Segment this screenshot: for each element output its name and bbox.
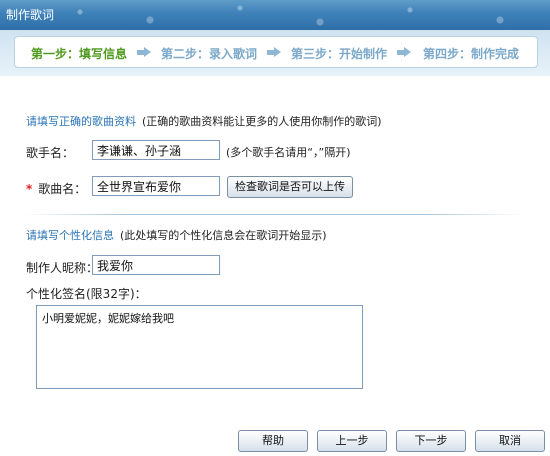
- step-1-label: 第一步：填写信息: [31, 47, 128, 61]
- next-step-button[interactable]: 下一步: [396, 430, 466, 452]
- arrow-right-icon: [137, 47, 151, 58]
- signature-textarea[interactable]: 小明爱妮妮，妮妮嫁给我吧: [36, 305, 363, 389]
- personal-info-heading: 请填写个性化信息 (此处填写的个性化信息会在歌词开始显示): [26, 227, 327, 243]
- personal-info-hint: (此处填写的个性化信息会在歌词开始显示): [120, 229, 327, 242]
- song-info-hint: (正确的歌曲资料能让更多的人使用你制作的歌词): [142, 115, 382, 128]
- signature-label: 个性化签名(限32字)：: [26, 287, 147, 301]
- singer-input[interactable]: [92, 140, 220, 160]
- song-name-input[interactable]: [92, 176, 220, 196]
- song-info-title: 请填写正确的歌曲资料: [26, 115, 136, 128]
- cancel-button[interactable]: 取消: [475, 430, 545, 452]
- arrow-right-icon: [267, 47, 281, 58]
- singer-label: 歌手名：: [26, 146, 75, 160]
- required-asterisk: *: [26, 182, 33, 196]
- personal-info-title: 请填写个性化信息: [26, 229, 114, 242]
- check-lyrics-button[interactable]: 检查歌词是否可以上传: [227, 176, 353, 198]
- step-4-label: 第四步：制作完成: [423, 47, 520, 61]
- section-divider: [24, 214, 524, 215]
- prev-step-button[interactable]: 上一步: [317, 430, 387, 452]
- song-info-heading: 请填写正确的歌曲资料 (正确的歌曲资料能让更多的人使用你制作的歌词): [26, 113, 382, 129]
- help-button[interactable]: 帮助: [238, 430, 308, 452]
- nickname-label: 制作人昵称：: [26, 261, 99, 275]
- step-progress-bar: 第一步：填写信息 第二步：录入歌词 第三步：开始制作 第四步：制作完成: [14, 36, 538, 68]
- window-title: 制作歌词: [6, 8, 55, 22]
- song-label-wrapper: * 歌曲名：: [26, 180, 86, 197]
- step-3-label: 第三步：开始制作: [291, 47, 388, 61]
- singer-hint: (多个歌手名请用“，”隔开): [226, 146, 351, 159]
- song-label: 歌曲名：: [38, 182, 87, 196]
- step-2-label: 第二步：录入歌词: [161, 47, 258, 61]
- arrow-right-icon: [397, 47, 411, 58]
- nickname-input[interactable]: [92, 255, 220, 275]
- title-bar[interactable]: 制作歌词: [0, 0, 550, 30]
- title-bar-background: [0, 0, 550, 30]
